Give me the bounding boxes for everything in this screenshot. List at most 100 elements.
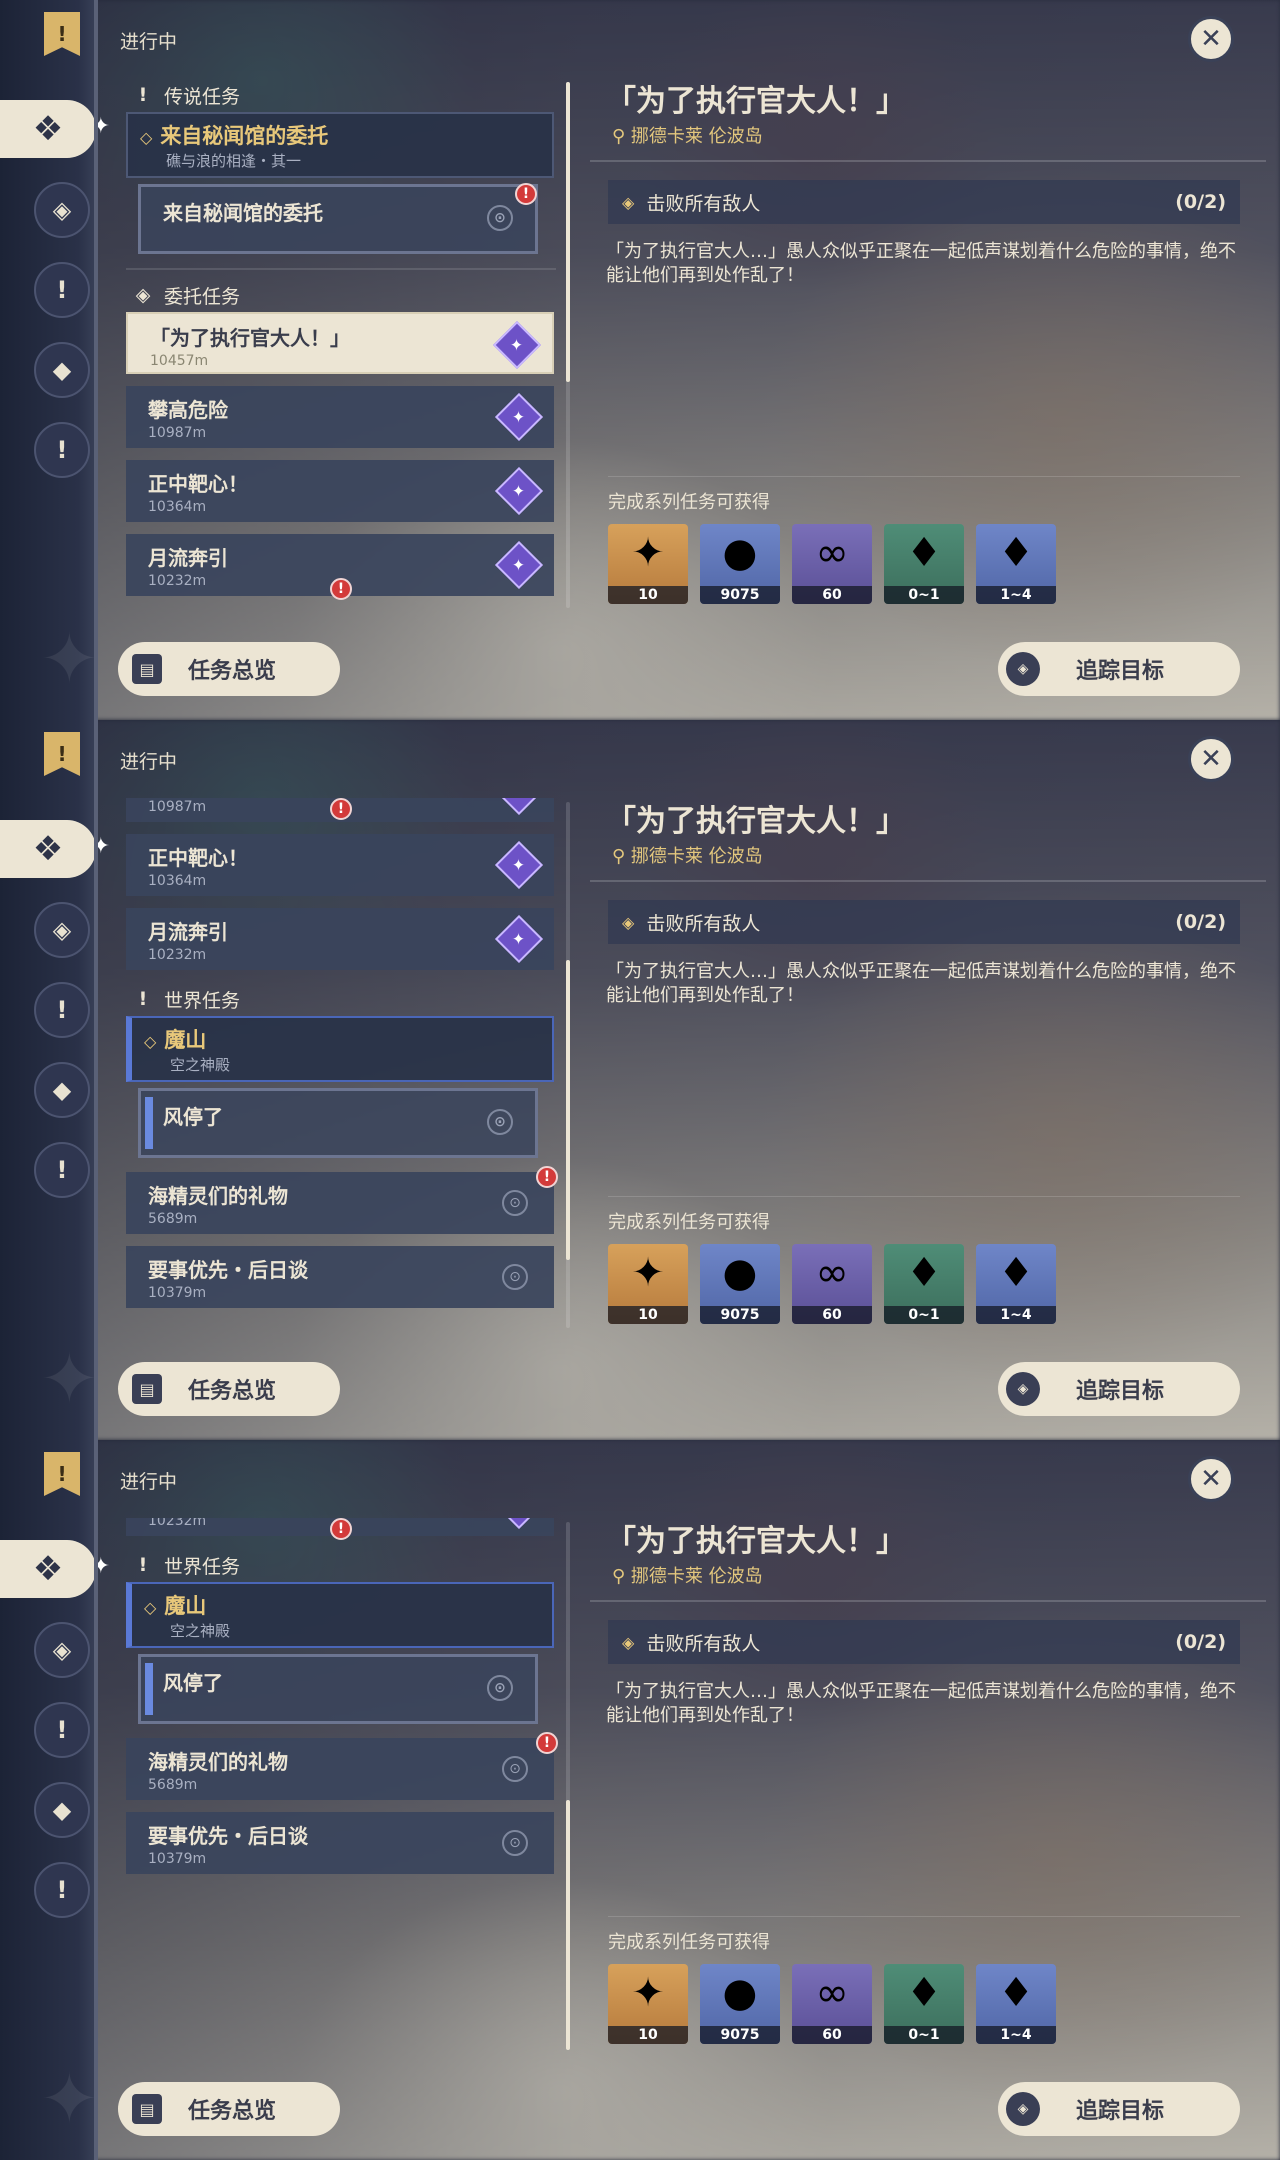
quest-overview-button[interactable]: ▤ 任务总览	[118, 2082, 340, 2136]
scrollbar-thumb[interactable]	[566, 1800, 570, 2050]
track-target-button[interactable]: ◈ 追踪目标	[998, 642, 1240, 696]
reward-item[interactable]: ● 9075	[700, 1964, 780, 2044]
sparkle-icon: ✦	[91, 1554, 110, 1579]
world-sub-item[interactable]: 风停了 ⊙	[138, 1088, 538, 1158]
world-quest-group[interactable]: ◇ 魔山 空之神殿	[126, 1016, 554, 1082]
reward-item[interactable]: ✦ 10	[608, 524, 688, 604]
reward-item[interactable]: ∞ 60	[792, 524, 872, 604]
reward-qty: 60	[792, 586, 872, 604]
item-title: 正中靶心！	[148, 472, 248, 496]
quest-location: ⚲ 挪德卡莱 伦波岛	[612, 842, 763, 868]
quest-list[interactable]: 攀高危险 10987m ✦ ! 正中靶心！ 10364m ✦ 月流奔引 1023…	[122, 798, 562, 1330]
sidebar-tab-legend[interactable]: !	[34, 262, 90, 318]
world-item[interactable]: 要事优先・后日谈 10379m ⊙	[126, 1246, 554, 1308]
diamond-icon: ◇	[144, 1598, 157, 1617]
commission-item[interactable]: 月流奔引 10232m ✦ !	[126, 1518, 554, 1540]
rewards-label: 完成系列任务可获得	[608, 492, 770, 513]
quest-list[interactable]: ! 传说任务 ◇ 来自秘闻馆的委托 礁与浪的相逢・其一 来自秘闻馆的委托 ⊙ ! ◈…	[122, 78, 562, 610]
close-button[interactable]: ✕	[1188, 16, 1234, 62]
bookmark-icon[interactable]: !	[44, 732, 80, 776]
legend-sub-item[interactable]: 来自秘闻馆的委托 ⊙ !	[138, 183, 538, 254]
sidebar-tab-world[interactable]: ◆	[34, 1782, 90, 1838]
location-pin-icon[interactable]: ⊙	[487, 1675, 513, 1701]
reward-item[interactable]: ♦ 0~1	[884, 524, 964, 604]
diamond-icon: ◇	[140, 128, 153, 147]
location-pin-icon: ⚲	[612, 1566, 631, 1587]
item-distance: 10232m	[148, 947, 207, 963]
reward-item[interactable]: ♦ 1~4	[976, 524, 1056, 604]
sidebar-tab-other[interactable]: !	[34, 1142, 90, 1198]
bookmark-icon[interactable]: !	[44, 12, 80, 56]
scrollbar-thumb[interactable]	[566, 82, 570, 382]
close-button[interactable]: ✕	[1188, 736, 1234, 782]
sidebar-tab-archon[interactable]: ◈	[34, 902, 90, 958]
sidebar-tab-archon[interactable]: ◈	[34, 1622, 90, 1678]
bookmark-icon[interactable]: !	[44, 1452, 80, 1496]
rewards-row: ✦ 10 ● 9075 ∞ 60 ♦ 0~1 ♦ 1~4	[608, 1964, 1068, 2044]
diamond-icon: ◈	[135, 284, 151, 306]
world-item[interactable]: 海精灵们的礼物 5689m ⊙ !	[126, 1732, 558, 1800]
sidebar-commission-tab[interactable]: ❖ ✦	[0, 820, 110, 878]
location-text: 挪德卡莱 伦波岛	[630, 1566, 763, 1587]
reward-item[interactable]: ♦ 0~1	[884, 1964, 964, 2044]
section-legend: ! 传说任务	[122, 78, 562, 112]
reward-item[interactable]: ♦ 1~4	[976, 1244, 1056, 1324]
sub-item-title: 来自秘闻馆的委托	[163, 201, 323, 225]
location-pin-icon[interactable]: ⊙	[487, 1109, 513, 1135]
button-label: 追踪目标	[1076, 2099, 1165, 2124]
objective-label: 击败所有敌人	[646, 192, 761, 215]
close-button[interactable]: ✕	[1188, 1456, 1234, 1502]
track-diamond-icon: ◈	[1006, 652, 1040, 686]
sidebar-tab-archon[interactable]: ◈	[34, 182, 90, 238]
track-target-button[interactable]: ◈ 追踪目标	[998, 2082, 1240, 2136]
sidebar-commission-tab[interactable]: ❖ ✦	[0, 100, 110, 158]
commission-item[interactable]: 月流奔引 10232m ✦ !	[126, 534, 554, 600]
world-item[interactable]: 要事优先・后日谈 10379m ⊙	[126, 1812, 554, 1874]
sidebar-commission-tab[interactable]: ❖ ✦	[0, 1540, 110, 1598]
commission-item[interactable]: 正中靶心！ 10364m ✦	[126, 834, 554, 896]
sidebar-tab-other[interactable]: !	[34, 422, 90, 478]
world-sub-item[interactable]: 风停了 ⊙	[138, 1654, 538, 1724]
quest-overview-button[interactable]: ▤ 任务总览	[118, 1362, 340, 1416]
section-label: 世界任务	[164, 989, 241, 1012]
reward-item[interactable]: ● 9075	[700, 524, 780, 604]
close-icon: ✕	[1200, 24, 1222, 54]
mora-icon: ●	[722, 1250, 758, 1296]
item-distance: 5689m	[148, 1211, 198, 1227]
commission-item[interactable]: 攀高危险 10987m ✦ !	[126, 798, 554, 822]
location-pin-icon[interactable]: ⊙	[502, 1264, 528, 1290]
reward-item[interactable]: ♦ 0~1	[884, 1244, 964, 1324]
commission-item-selected[interactable]: 「为了执行官大人！」 10457m ✦	[126, 312, 554, 374]
reward-qty: 9075	[700, 1306, 780, 1324]
sidebar-tab-legend[interactable]: !	[34, 982, 90, 1038]
quest-overview-button[interactable]: ▤ 任务总览	[118, 642, 340, 696]
track-target-button[interactable]: ◈ 追踪目标	[998, 1362, 1240, 1416]
location-pin-icon[interactable]: ⊙	[502, 1830, 528, 1856]
quest-list[interactable]: 月流奔引 10232m ✦ ! ! 世界任务 ◇ 魔山 空之神殿 风停了 ⊙ 海精灵…	[122, 1518, 562, 2050]
location-pin-icon[interactable]: ⊙	[502, 1756, 528, 1782]
sidebar-tab-world[interactable]: ◆	[34, 342, 90, 398]
sidebar-tab-legend[interactable]: !	[34, 1702, 90, 1758]
location-pin-icon[interactable]: ⊙	[502, 1190, 528, 1216]
sidebar-tab-other[interactable]: !	[34, 1862, 90, 1918]
sidebar-tab-world[interactable]: ◆	[34, 1062, 90, 1118]
reward-item[interactable]: ✦ 10	[608, 1244, 688, 1324]
group-title: 来自秘闻馆的委托	[160, 124, 329, 148]
world-quest-group[interactable]: ◇ 魔山 空之神殿	[126, 1582, 554, 1648]
reward-item[interactable]: ∞ 60	[792, 1244, 872, 1324]
scrollbar-thumb[interactable]	[566, 960, 570, 1260]
divider	[590, 880, 1266, 882]
commission-item[interactable]: 攀高危险 10987m ✦	[126, 386, 554, 448]
commission-item[interactable]: 正中靶心！ 10364m ✦	[126, 460, 554, 522]
reward-item[interactable]: ♦ 1~4	[976, 1964, 1056, 2044]
rewards-label: 完成系列任务可获得	[608, 1932, 770, 1953]
location-pin-icon[interactable]: ⊙	[487, 205, 513, 231]
reward-item[interactable]: ● 9075	[700, 1244, 780, 1324]
location-pin-icon: ⚲	[612, 846, 631, 867]
exclamation-icon: !	[138, 988, 148, 1010]
commission-item[interactable]: 月流奔引 10232m ✦	[126, 908, 554, 970]
world-item[interactable]: 海精灵们的礼物 5689m ⊙ !	[126, 1166, 558, 1234]
reward-item[interactable]: ∞ 60	[792, 1964, 872, 2044]
legend-quest-group[interactable]: ◇ 来自秘闻馆的委托 礁与浪的相逢・其一	[126, 112, 554, 178]
reward-item[interactable]: ✦ 10	[608, 1964, 688, 2044]
